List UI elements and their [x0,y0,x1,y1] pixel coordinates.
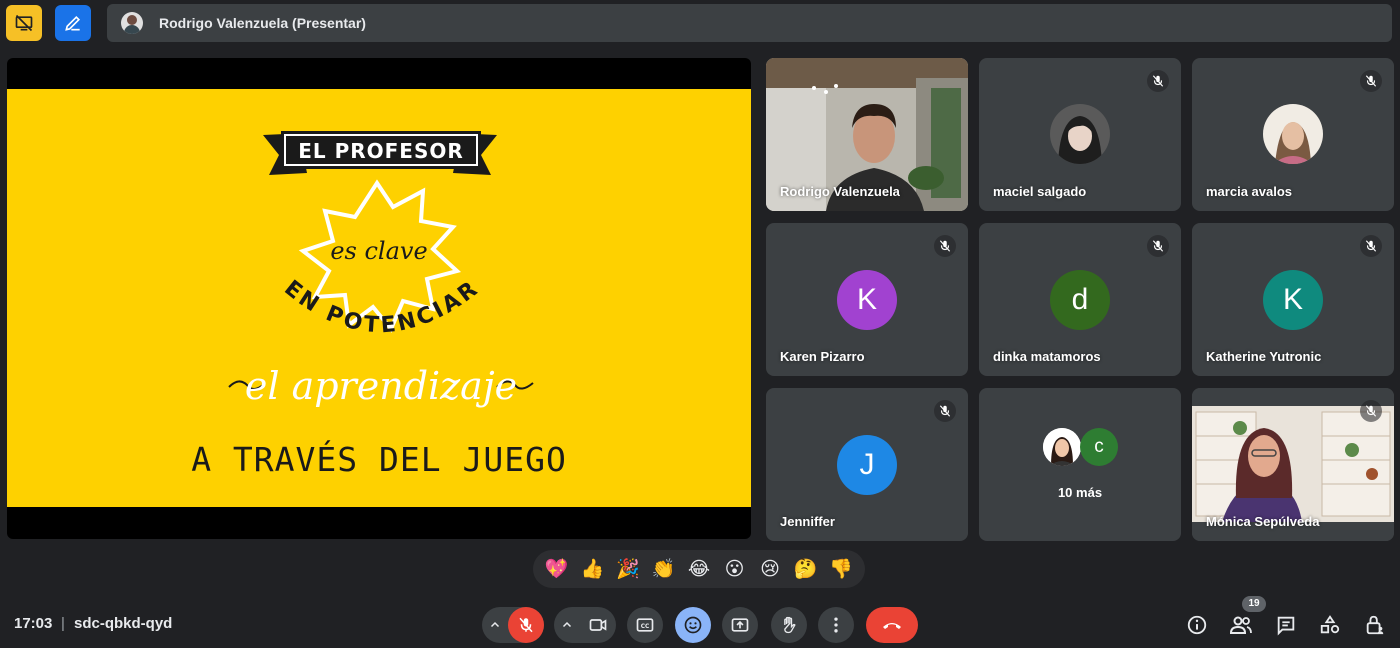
mic-off-icon [1360,400,1382,422]
call-end-icon [883,623,901,629]
hand-icon [784,616,796,634]
meeting-clock: 17:03 [14,615,53,632]
participant-tile[interactable]: K Karen Pizarro [766,223,968,376]
participant-avatar: K [837,270,897,330]
participant-name: dinka matamoros [993,349,1101,364]
more-participants-label: 10 más [1057,485,1103,500]
host-controls-button[interactable] [1363,613,1387,637]
videocam-icon [589,619,607,631]
activities-icon [1320,615,1340,634]
chat-button[interactable] [1274,613,1298,637]
participant-avatar: K [1263,270,1323,330]
presentation-slide: EL PROFESOR es clave EN POTENCIAR el apr… [7,89,751,507]
audio-options-button[interactable] [482,607,508,643]
people-button[interactable] [1229,613,1253,637]
present-now-button[interactable] [722,607,758,643]
mic-off-icon [1360,235,1382,257]
participant-photo [1043,428,1081,466]
slide-ribbon: EL PROFESOR [263,131,497,175]
slide-script-text: el aprendizaje [245,364,517,408]
reaction-sparkling-heart[interactable]: 💖 [541,557,573,581]
mic-off-icon [934,400,956,422]
info-icon [1187,615,1207,635]
camera-toggle-button[interactable] [580,607,616,643]
participant-tile[interactable]: K Katherine Yutronic [1192,223,1394,376]
participant-tile[interactable]: marcia avalos [1192,58,1394,211]
reaction-thumbs-up[interactable]: 👍 [576,557,608,581]
people-icon [1229,616,1252,634]
participant-name: Rodrigo Valenzuela [780,184,900,199]
stop-presenting-button[interactable] [6,5,42,41]
participant-photo [1263,104,1323,164]
lock-person-icon [1366,615,1384,635]
mic-off-icon [1147,70,1169,92]
participant-name: Karen Pizarro [780,349,865,364]
more-vert-icon [834,617,838,633]
participant-tile[interactable]: maciel salgado [979,58,1181,211]
participant-name: Jenniffer [780,514,835,529]
pen-icon [65,15,81,31]
bottom-bar: 17:03 | sdc-qbkd-qyd CC [0,600,1400,648]
more-options-button[interactable] [818,607,854,643]
send-reaction-button[interactable] [675,607,711,643]
top-bar: Rodrigo Valenzuela (Presentar) [0,0,1400,48]
reaction-surprised[interactable]: 😮 [719,558,751,581]
slide-bottom-text: A TRAVÉS DEL JUEGO [191,439,567,479]
leave-call-button[interactable] [866,607,918,643]
presenter-bar[interactable]: Rodrigo Valenzuela (Presentar) [107,4,1392,42]
closed-captions-icon: CC [636,618,654,632]
participant-tile[interactable]: d dinka matamoros [979,223,1181,376]
captions-button[interactable]: CC [627,607,663,643]
present-to-all-icon [731,618,749,632]
reaction-party-popper[interactable]: 🎉 [612,557,644,581]
participant-tile[interactable]: Mónica Sepúlveda [1192,388,1394,541]
participant-name: Katherine Yutronic [1206,349,1322,364]
mic-off-icon [519,617,533,633]
participant-count-badge: 19 [1242,596,1266,612]
participant-tile[interactable]: Rodrigo Valenzuela [766,58,968,211]
participant-avatar: d [1050,270,1110,330]
mic-control-group [482,607,544,643]
slide-arc-text: EN POTENCIAR [279,275,484,338]
slide-ribbon-text: EL PROFESOR [298,139,464,163]
camera-control-group [554,607,616,643]
reaction-sad[interactable]: 😢 [754,558,786,581]
reaction-thumbs-down[interactable]: 👎 [825,557,857,581]
reaction-thinking[interactable]: 🤔 [790,557,822,581]
whiteboard-button[interactable] [55,5,91,41]
participant-name: maciel salgado [993,184,1087,199]
chat-icon [1277,616,1295,636]
chevron-up-icon [490,621,500,628]
video-options-button[interactable] [554,607,580,643]
mic-off-icon [1147,235,1169,257]
presentation-stage: EL PROFESOR es clave EN POTENCIAR el apr… [7,58,751,539]
participant-avatar: c [1080,428,1118,466]
present-off-icon [15,14,33,32]
emoji-icon [684,616,702,634]
presenter-name: Rodrigo Valenzuela (Presentar) [159,15,366,31]
reactions-bar: 💖 👍 🎉 👏 😂 😮 😢 🤔 👎 [533,550,865,588]
participant-name: marcia avalos [1206,184,1293,199]
presenter-avatar [121,12,143,34]
participant-photo [1050,104,1110,164]
mic-off-icon [1360,70,1382,92]
participant-avatar: J [837,435,897,495]
reaction-tears-of-joy[interactable]: 😂 [683,558,715,581]
mic-off-icon [934,235,956,257]
more-participants-tile[interactable]: c 10 más [979,388,1181,541]
chevron-up-icon [562,621,572,628]
participant-name: Mónica Sepúlveda [1206,514,1320,529]
separator: | [61,615,65,632]
raise-hand-button[interactable] [771,607,807,643]
meeting-details-button[interactable] [1185,613,1209,637]
activities-button[interactable] [1318,613,1342,637]
participant-tile[interactable]: J Jenniffer [766,388,968,541]
svg-text:CC: CC [641,624,650,630]
microphone-toggle-button[interactable] [508,607,544,643]
slide-burst-text: es clave [330,237,427,265]
slide-artwork: EL PROFESOR es clave EN POTENCIAR el apr… [191,131,567,479]
meeting-code: sdc-qbkd-qyd [74,615,173,632]
reaction-clapping[interactable]: 👏 [647,557,679,581]
